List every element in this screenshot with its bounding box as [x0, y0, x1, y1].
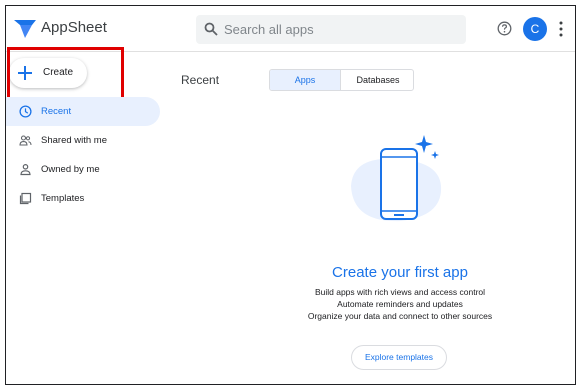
tab-databases[interactable]: Databases: [342, 70, 413, 90]
sidebar-item-shared-with-me[interactable]: Shared with me: [6, 126, 160, 155]
search-icon: [204, 22, 218, 36]
more-vert-icon[interactable]: [558, 21, 564, 37]
people-icon: [19, 135, 32, 146]
view-toggle: Apps Databases: [269, 69, 414, 91]
highlight-box: [7, 47, 124, 102]
person-icon: [20, 163, 31, 176]
sidebar-item-templates[interactable]: Templates: [6, 184, 160, 213]
sidebar-item-owned-by-me[interactable]: Owned by me: [6, 155, 160, 184]
explore-templates-button[interactable]: Explore templates: [351, 345, 447, 370]
search-bar[interactable]: Search all apps: [196, 15, 466, 44]
app-window: AppSheet Search all apps C Create Recent…: [5, 5, 576, 385]
sidebar-item-recent[interactable]: Recent: [6, 97, 160, 126]
section-title: Recent: [181, 73, 220, 87]
search-input[interactable]: Search all apps: [224, 22, 314, 37]
avatar[interactable]: C: [523, 17, 547, 41]
sidebar-item-label: Owned by me: [41, 164, 100, 175]
tab-apps[interactable]: Apps: [270, 70, 341, 90]
phone-illustration: [351, 135, 442, 222]
sidebar-item-label: Templates: [41, 193, 85, 204]
empty-state-title: Create your first app: [332, 264, 468, 281]
sidebar-item-label: Recent: [41, 106, 72, 117]
templates-icon: [19, 192, 32, 205]
empty-state-line: Build apps with rich views and access co…: [314, 287, 486, 297]
empty-state-line: Organize your data and connect to other …: [307, 311, 493, 321]
top-bar: AppSheet Search all apps C: [6, 6, 575, 52]
appsheet-logo-icon[interactable]: [14, 20, 36, 38]
sidebar-item-label: Shared with me: [41, 135, 108, 146]
help-icon[interactable]: [497, 21, 512, 36]
empty-state-line: Automate reminders and updates: [337, 299, 463, 309]
clock-icon: [19, 105, 32, 118]
app-name: AppSheet: [41, 19, 107, 36]
